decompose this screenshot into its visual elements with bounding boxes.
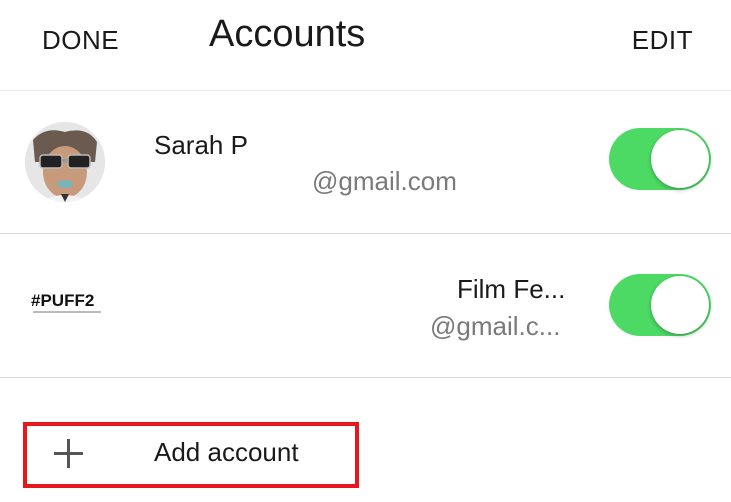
puff2-logo: #PUFF2 <box>25 284 115 324</box>
add-account-label: Add account <box>154 437 299 467</box>
page-title: Accounts <box>209 13 366 55</box>
toggle-knob <box>651 276 709 334</box>
edit-button[interactable]: EDIT <box>632 25 693 56</box>
account-email: @gmail.c... <box>430 311 561 341</box>
account-row[interactable]: Sarah P @gmail.com <box>0 90 731 234</box>
account-name: Sarah P <box>154 130 248 160</box>
account-row[interactable]: #PUFF2 Film Fe... @gmail.c... <box>0 234 731 378</box>
account-toggle[interactable] <box>609 274 711 336</box>
account-email: @gmail.com <box>312 166 457 196</box>
done-button[interactable]: DONE <box>42 25 119 56</box>
avatar <box>25 122 105 202</box>
account-toggle[interactable] <box>609 128 711 190</box>
add-account-button[interactable]: Add account <box>23 422 359 488</box>
logo-text: #PUFF2 <box>31 291 94 310</box>
header: DONE Accounts EDIT <box>0 0 731 91</box>
account-name: Film Fe... <box>457 274 566 304</box>
accounts-screen: DONE Accounts EDIT Sarah P @gmail.com #P… <box>0 0 731 502</box>
plus-icon <box>54 439 83 468</box>
toggle-knob <box>651 130 709 188</box>
